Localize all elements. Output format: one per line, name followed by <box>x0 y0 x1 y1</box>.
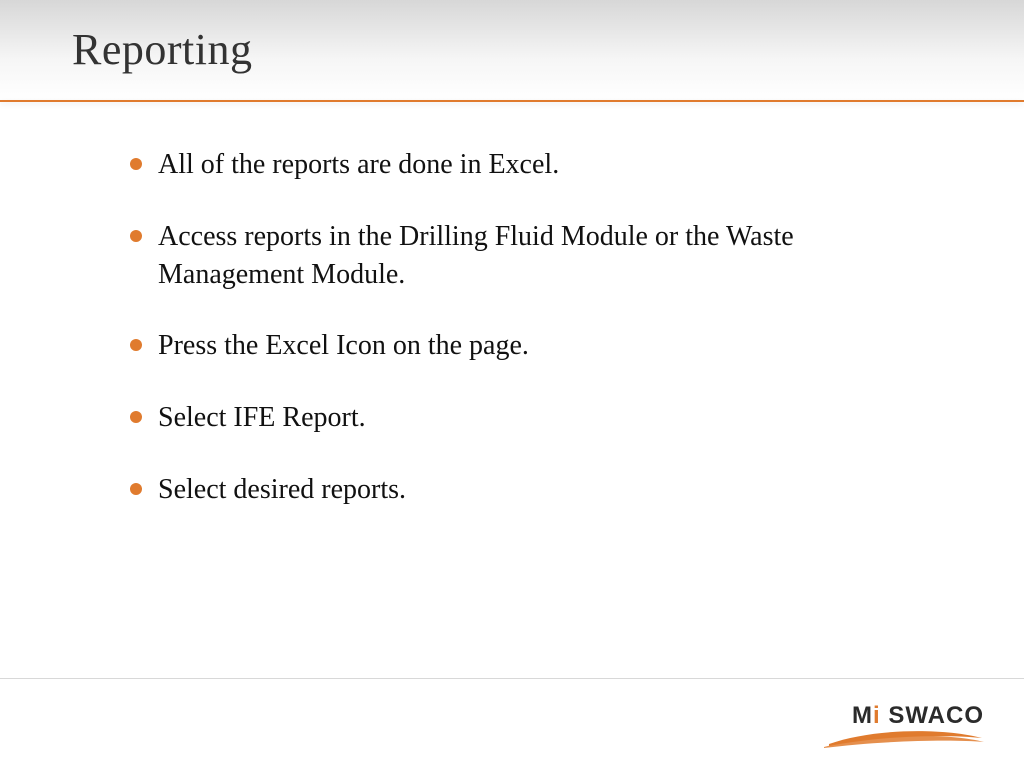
list-item: Access reports in the Drilling Fluid Mod… <box>130 218 798 294</box>
logo-prefix: M <box>852 702 873 729</box>
page-title: Reporting <box>72 24 1024 75</box>
bullet-list: All of the reports are done in Excel. Ac… <box>130 146 944 509</box>
list-item: Press the Excel Icon on the page. <box>130 327 798 365</box>
logo-text: Mi SWACO <box>852 704 984 728</box>
footer: Mi SWACO <box>0 678 1024 768</box>
logo-suffix: SWACO <box>881 702 984 729</box>
content-area: All of the reports are done in Excel. Ac… <box>0 102 1024 509</box>
list-item: All of the reports are done in Excel. <box>130 146 798 184</box>
list-item: Select desired reports. <box>130 471 798 509</box>
swoosh-icon <box>824 730 984 748</box>
divider-bottom <box>0 678 1024 679</box>
list-item: Select IFE Report. <box>130 399 798 437</box>
brand-logo: Mi SWACO <box>824 704 984 748</box>
header-band: Reporting <box>0 0 1024 100</box>
logo-accent: i <box>873 702 881 729</box>
slide: Reporting All of the reports are done in… <box>0 0 1024 768</box>
